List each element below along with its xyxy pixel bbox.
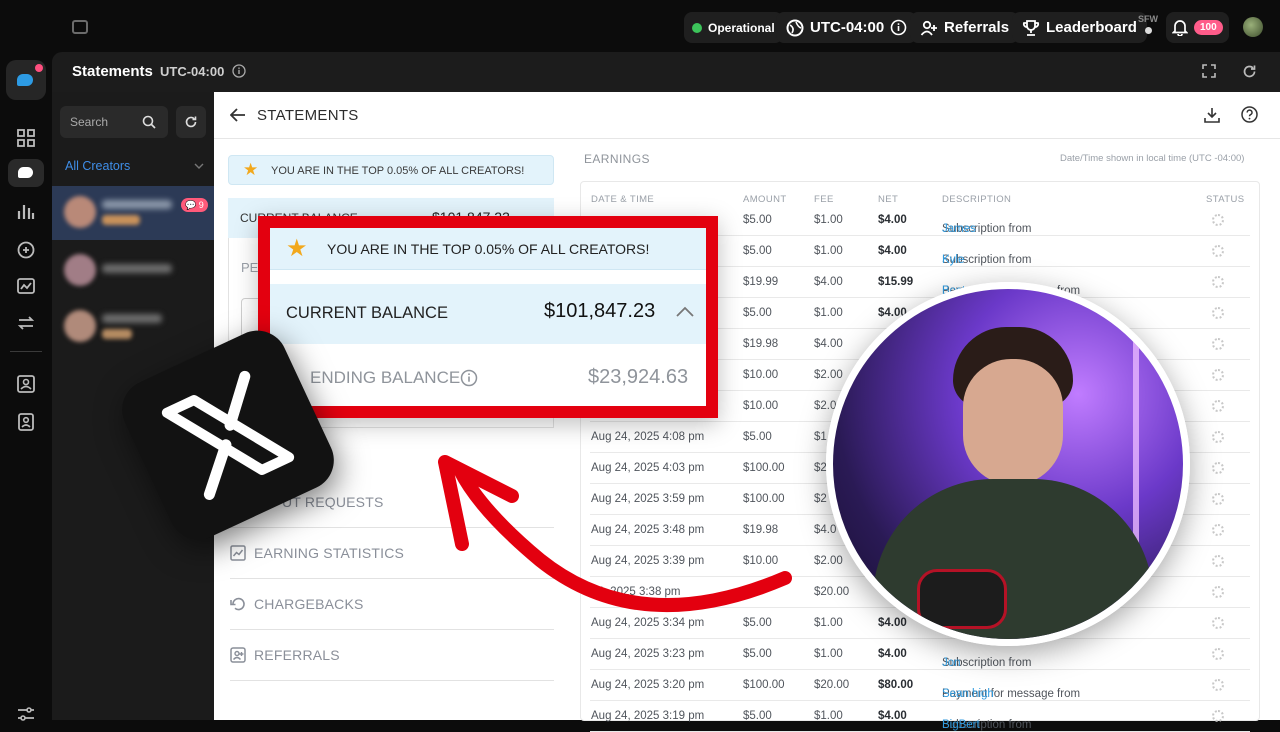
presenter-face [963, 359, 1063, 485]
x-glyph-icon [161, 370, 295, 500]
microphone [917, 569, 1007, 629]
room-light-strip [1133, 329, 1139, 549]
presenter-webcam-circle [826, 282, 1190, 646]
presenter-body [873, 479, 1153, 639]
row-user-link[interactable]: BigBert [942, 719, 980, 731]
